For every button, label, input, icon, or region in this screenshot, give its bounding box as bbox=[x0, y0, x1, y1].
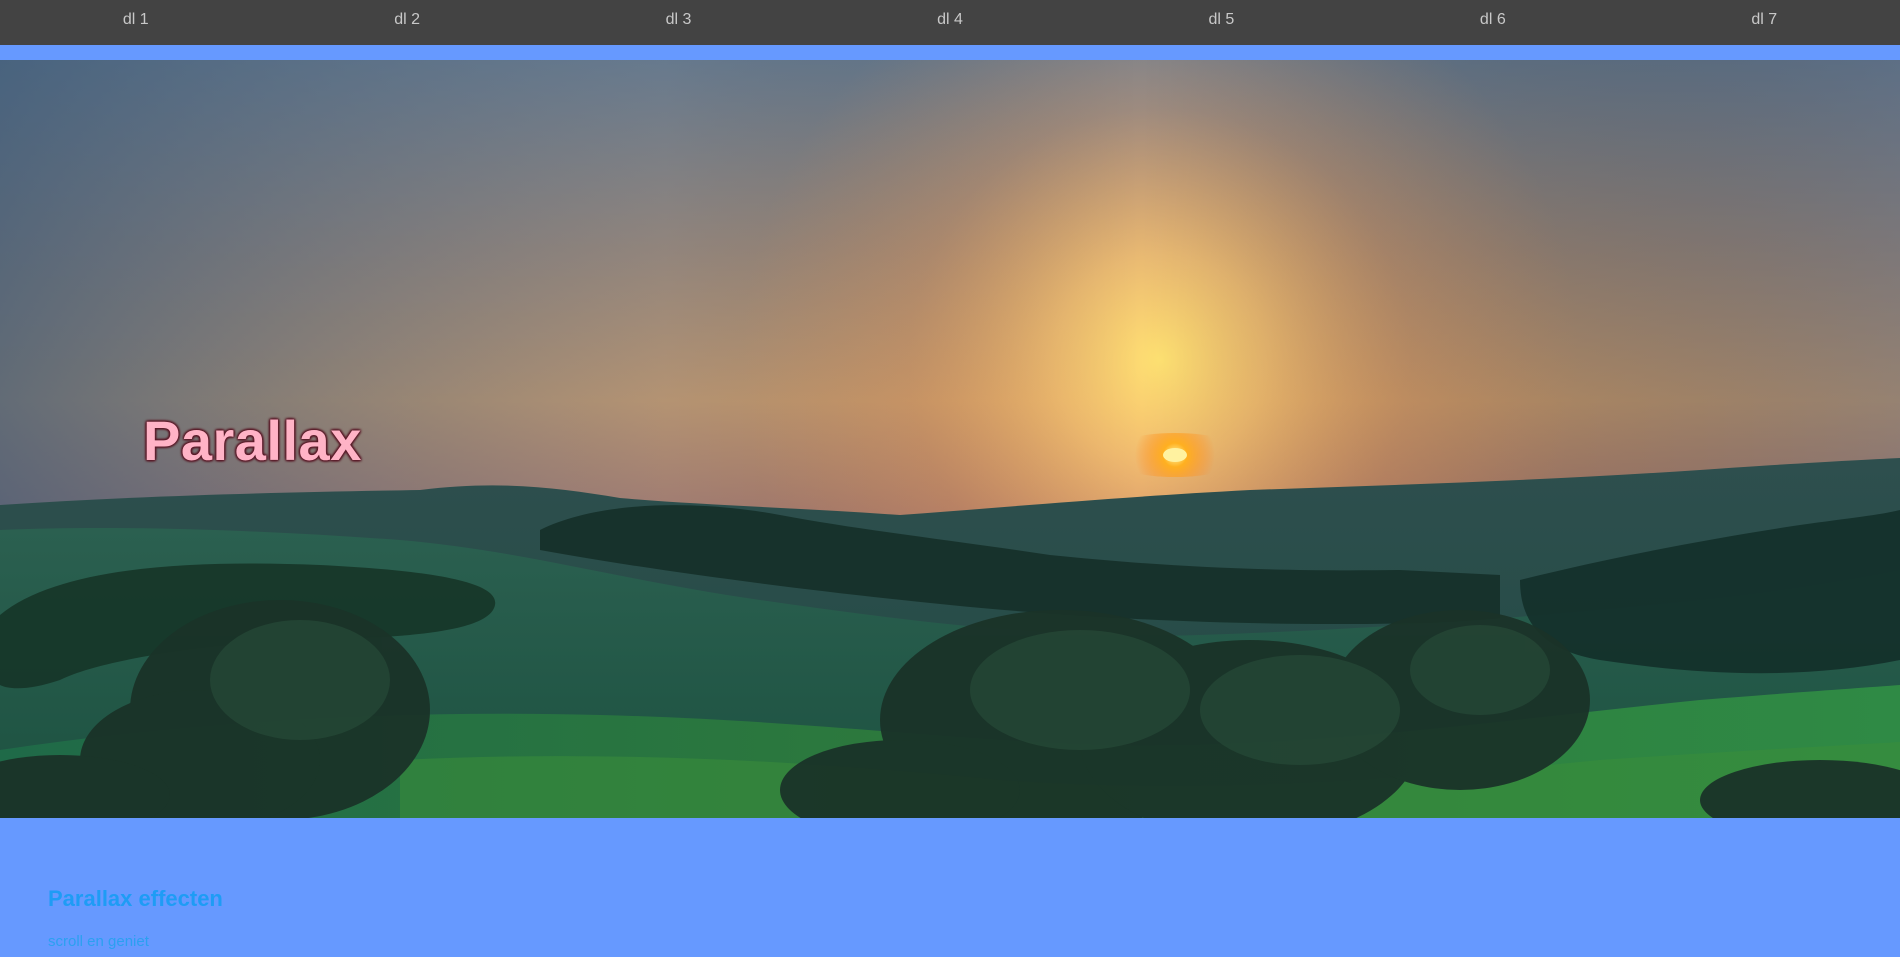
nav-item-dl-7[interactable]: dl 7 bbox=[1629, 0, 1900, 45]
nav-item-dl-4[interactable]: dl 4 bbox=[814, 0, 1085, 45]
nav-item-dl-6[interactable]: dl 6 bbox=[1357, 0, 1628, 45]
nav-item-dl-2[interactable]: dl 2 bbox=[271, 0, 542, 45]
section-heading: Parallax effecten bbox=[48, 886, 223, 911]
nav-item-dl-3[interactable]: dl 3 bbox=[543, 0, 814, 45]
hero-section: Parallax bbox=[0, 60, 1900, 818]
top-navigation: dl 1 dl 2 dl 3 dl 4 dl 5 dl 6 dl 7 bbox=[0, 0, 1900, 45]
nav-item-dl-1[interactable]: dl 1 bbox=[0, 0, 271, 45]
nav-item-dl-5[interactable]: dl 5 bbox=[1086, 0, 1357, 45]
hero-title: Parallax bbox=[143, 409, 362, 472]
section-subtitle: scroll en geniet bbox=[48, 933, 149, 950]
content-section: Parallax effecten scroll en geniet bbox=[0, 818, 1900, 957]
